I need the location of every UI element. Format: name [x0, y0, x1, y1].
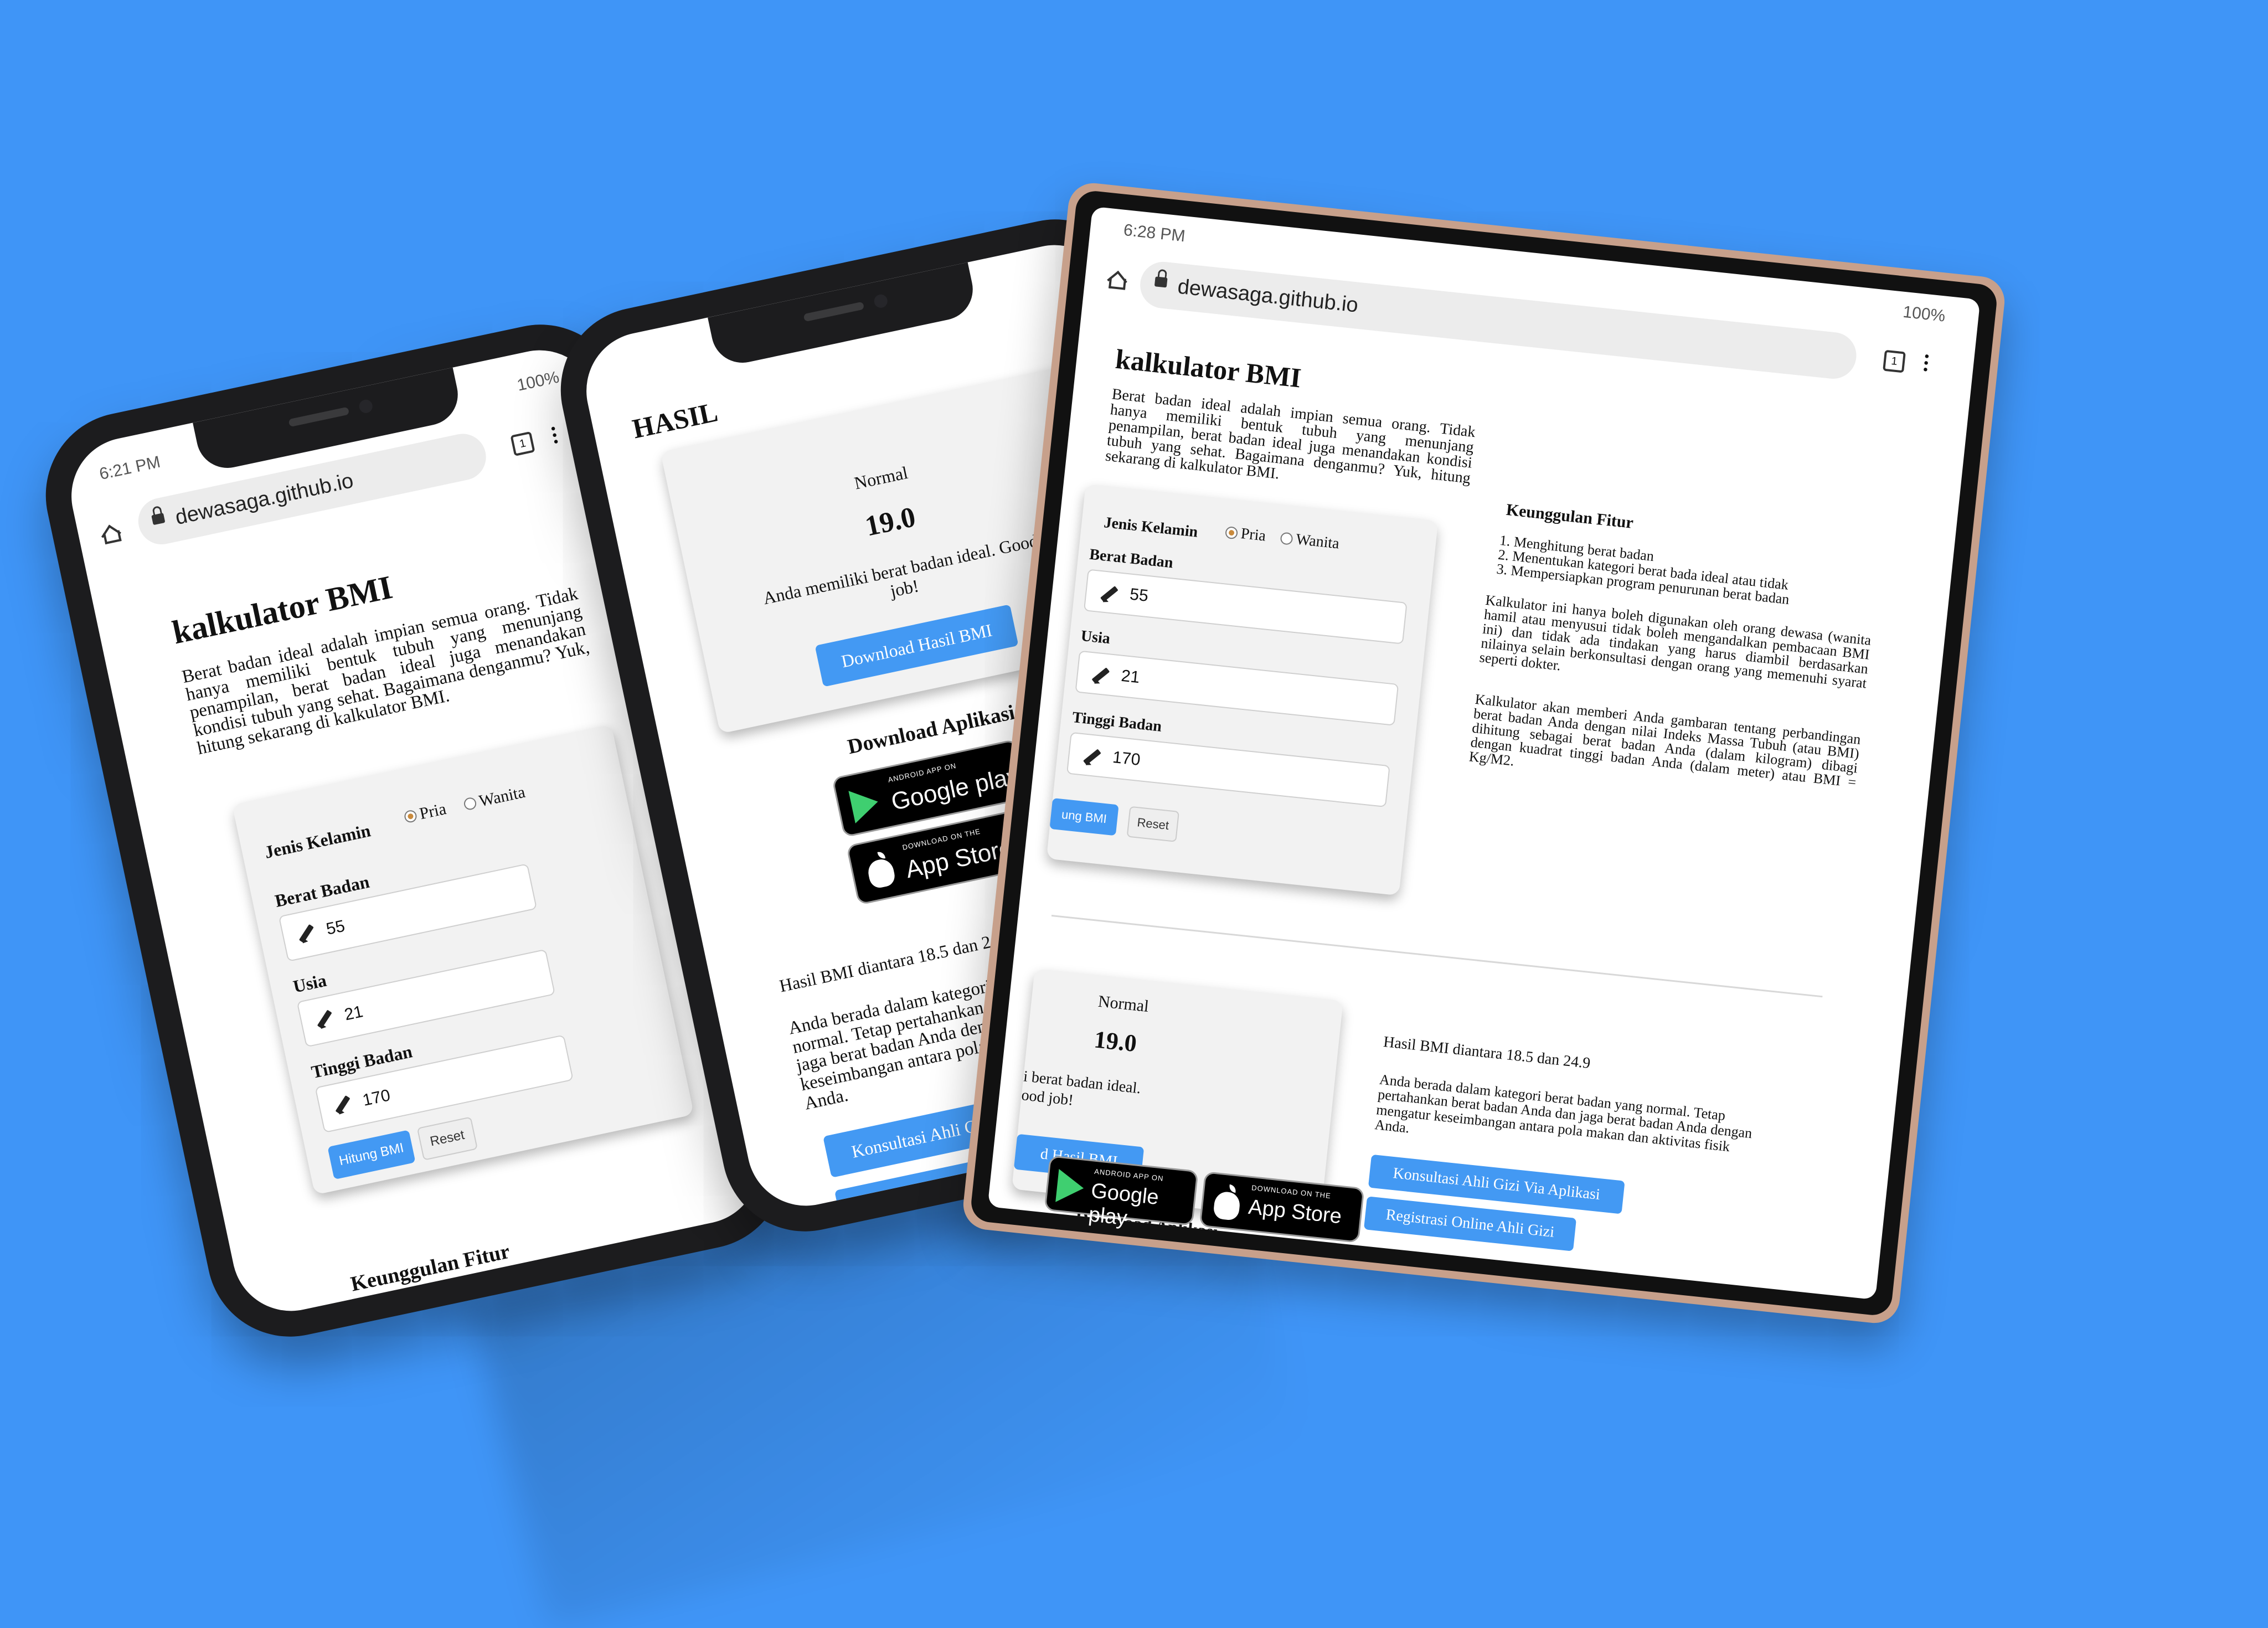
bmi-form-card: Jenis Kelamin Pria Wanita Berat Badan 55… [232, 724, 694, 1196]
age-input[interactable]: 21 [296, 949, 556, 1048]
result-category: Normal [1097, 992, 1150, 1016]
hitung-bmi-button[interactable]: ung BMI [1049, 798, 1119, 836]
height-input[interactable]: 170 [315, 1034, 574, 1134]
age-label: Usia [1080, 627, 1111, 648]
pencil-icon [296, 924, 318, 946]
gender-label: Jenis Kelamin [1103, 514, 1199, 541]
result-value: 19.0 [1092, 1026, 1138, 1058]
features-heading: Keunggulan Fitur [348, 1239, 512, 1296]
tablet-device: 6:28 PM 100% dewasaga.github.io 1 · · · ka… [961, 181, 2007, 1326]
age-label: Usia [291, 970, 328, 997]
bmi-range-text: Hasil BMI diantara 18.5 dan 24.9 [1382, 1033, 1591, 1073]
radio-wanita[interactable]: Wanita [1280, 529, 1340, 553]
reset-button[interactable]: Reset [416, 1116, 478, 1161]
weight-input[interactable]: 55 [278, 863, 538, 962]
pencil-icon [313, 1009, 336, 1031]
address-url: dewasaga.github.io [173, 468, 355, 529]
gender-label: Jenis Kelamin [262, 820, 373, 862]
lock-icon [1154, 276, 1168, 288]
google-play-icon [848, 785, 882, 823]
hitung-bmi-button[interactable]: Hitung BMI [327, 1130, 416, 1180]
pencil-icon [1099, 585, 1119, 605]
apple-icon [1213, 1191, 1241, 1221]
radio-pria[interactable]: Pria [403, 800, 448, 827]
intro-paragraph: Berat badan ideal adalah impian semua or… [1104, 385, 1477, 487]
radio-pria[interactable]: Pria [1224, 523, 1267, 545]
home-icon[interactable] [1106, 269, 1127, 287]
tab-switcher-icon[interactable]: 1 [1883, 349, 1906, 373]
status-time: 6:21 PM [97, 452, 162, 484]
radio-wanita[interactable]: Wanita [462, 783, 527, 815]
apple-icon [865, 857, 897, 890]
address-url: dewasaga.github.io [1176, 275, 1359, 317]
disclaimer-paragraph: BMI tidak sepenuhnya mewakili diagnosis … [1355, 1252, 1721, 1300]
tab-switcher-icon[interactable]: 1 [510, 431, 535, 456]
more-menu-icon[interactable]: · · · [1920, 343, 1931, 382]
tablet-status-time: 6:28 PM [1122, 220, 1187, 246]
home-icon[interactable] [99, 523, 121, 543]
bmi-explanation: Kalkulator akan memberi Anda gambaran te… [1468, 691, 1862, 791]
page-title: kalkulator BMI [1114, 343, 1303, 394]
usage-note: Kalkulator ini hanya boleh digunakan ole… [1478, 591, 1872, 692]
weight-label: Berat Badan [1088, 545, 1174, 572]
tablet-screen: 6:28 PM 100% dewasaga.github.io 1 · · · ka… [987, 206, 1981, 1300]
more-menu-icon[interactable]: · · · [547, 415, 562, 454]
download-bmi-button[interactable]: Download Hasil BMI [815, 604, 1019, 687]
features-heading: Keunggulan Fitur [1505, 500, 1635, 532]
reset-button[interactable]: Reset [1126, 806, 1180, 842]
pencil-icon [1081, 748, 1102, 768]
phone-notch [708, 262, 979, 369]
bmi-form-card: Jenis Kelamin Pria Wanita Berat Badan 55… [1046, 484, 1439, 896]
google-play-icon [1055, 1169, 1086, 1205]
lock-icon [151, 513, 166, 526]
result-heading: HASIL [630, 396, 721, 445]
tablet-status-battery: 100% [1901, 302, 1946, 326]
status-battery: 100% [515, 368, 561, 395]
advice-paragraph: Anda berada dalam kategori berat badan y… [1374, 1071, 1753, 1155]
height-label: Tinggi Badan [1071, 709, 1163, 735]
height-input[interactable]: 170 [1066, 731, 1390, 808]
pencil-icon [1090, 666, 1111, 687]
weight-input[interactable]: 55 [1083, 569, 1408, 645]
pencil-icon [332, 1095, 354, 1117]
